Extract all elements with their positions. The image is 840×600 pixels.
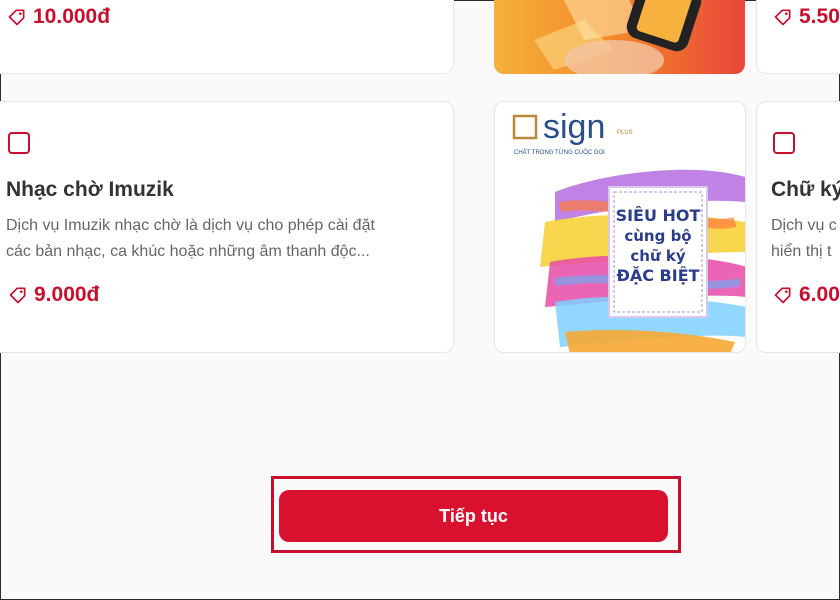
price-label: 6.00 bbox=[773, 283, 840, 307]
tag-icon bbox=[9, 287, 26, 304]
promo-headline-line4: ĐẶC BIỆT bbox=[616, 266, 700, 285]
service-description-line2: hiển thị t bbox=[771, 243, 832, 260]
promo-headline-line1: SIÊU HOT bbox=[615, 206, 701, 225]
select-checkbox[interactable] bbox=[773, 132, 795, 154]
service-description-line1: Dịch vụ Imuzik nhạc chờ là dịch vụ cho p… bbox=[6, 217, 375, 234]
service-title: Chữ ký bbox=[771, 178, 840, 201]
isign-tagline: CHẤT TRONG TỪNG CUỘC GỌI bbox=[514, 150, 605, 156]
service-card-imuzik[interactable]: Nhạc chờ Imuzik Dịch vụ Imuzik nhạc chờ … bbox=[0, 101, 454, 353]
service-title: Nhạc chờ Imuzik bbox=[6, 178, 174, 201]
promo-headline-line2: cùng bộ bbox=[624, 227, 692, 245]
promo-headline-line3: chữ ký bbox=[630, 247, 686, 265]
isign-logo-text: sign bbox=[543, 108, 606, 146]
continue-button[interactable]: Tiếp tục bbox=[279, 490, 668, 542]
tag-icon bbox=[774, 287, 791, 304]
tag-icon bbox=[774, 9, 791, 26]
service-description-line1: Dịch vụ c bbox=[771, 217, 837, 234]
service-description-line2: các bản nhạc, ca khúc hoặc những âm than… bbox=[6, 243, 370, 260]
promo-headline: SIÊU HOT cùng bộ chữ ký ĐẶC BIỆT bbox=[609, 206, 707, 286]
promo-image-top bbox=[494, 0, 745, 74]
select-checkbox[interactable] bbox=[8, 132, 30, 154]
price-label: 10.000đ bbox=[7, 5, 110, 29]
service-card-prev-left[interactable]: 10.000đ bbox=[0, 0, 454, 74]
isign-logo-plus: PLUS bbox=[617, 130, 633, 136]
promo-image-card[interactable]: sign PLUS CHẤT TRONG TỪNG CUỘC GỌI SIÊU … bbox=[494, 101, 746, 353]
phone-hand-illustration bbox=[534, 0, 702, 74]
price-label: 9.000đ bbox=[8, 283, 99, 307]
price-label: 5.50 bbox=[773, 5, 840, 29]
service-card-prev-right[interactable]: 5.50 bbox=[756, 0, 840, 74]
service-card-chu-ky[interactable]: Chữ ký Dịch vụ c hiển thị t 6.00 bbox=[756, 101, 840, 353]
tag-icon bbox=[8, 9, 25, 26]
